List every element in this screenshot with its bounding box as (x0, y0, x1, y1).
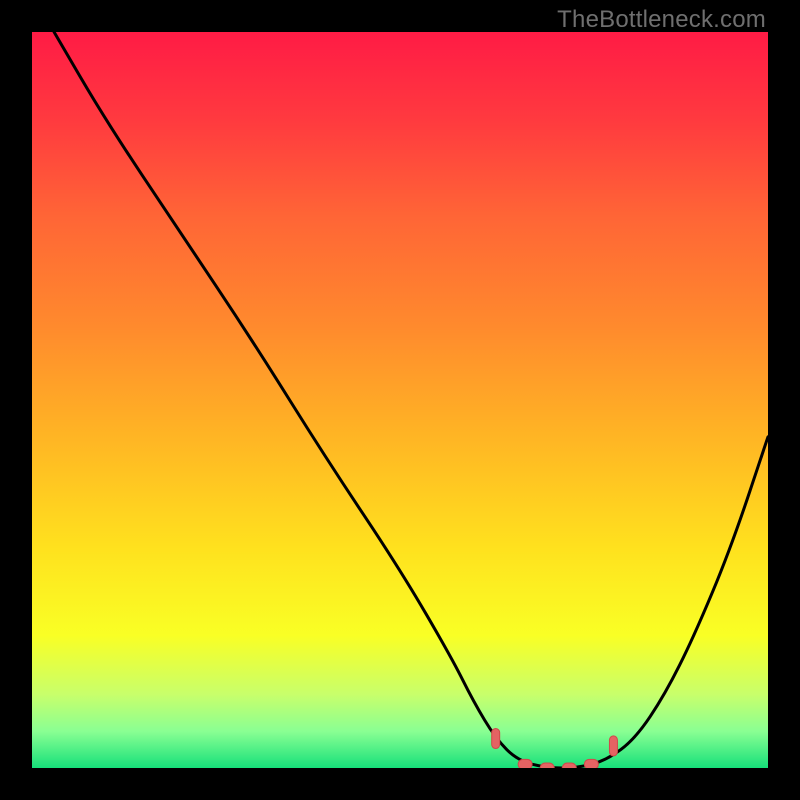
optimal-point-a (518, 759, 532, 768)
optimal-point-d (584, 759, 598, 768)
optimal-point-b (540, 763, 554, 768)
optimal-point-c (562, 763, 576, 768)
chart-frame: TheBottleneck.com (0, 0, 800, 800)
watermark-label: TheBottleneck.com (557, 6, 766, 34)
curve-layer (32, 32, 768, 768)
plot-area (32, 32, 768, 768)
optimal-range-start (492, 729, 500, 749)
bottleneck-curve (54, 32, 768, 768)
optimal-range-end (609, 736, 617, 756)
